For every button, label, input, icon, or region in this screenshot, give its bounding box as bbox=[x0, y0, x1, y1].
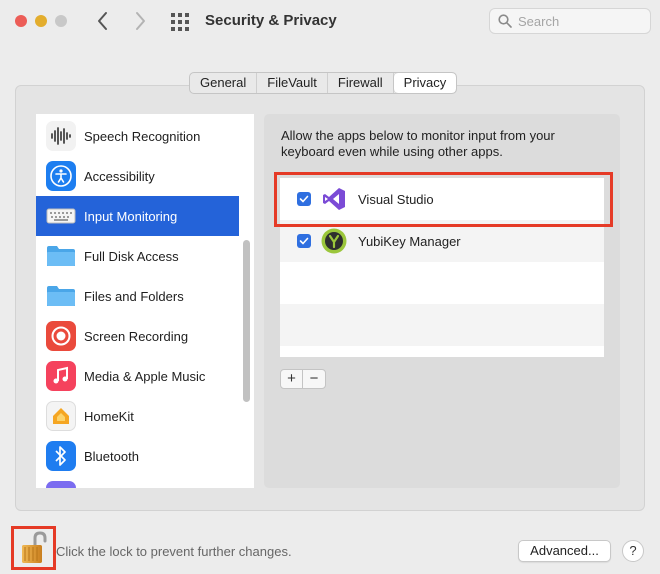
app-name: YubiKey Manager bbox=[358, 233, 461, 249]
privacy-category-list[interactable]: Speech Recognition Accessibility Input M… bbox=[36, 114, 254, 488]
sidebar-item-label: Screen Recording bbox=[84, 328, 189, 344]
zoom-window-button[interactable] bbox=[55, 15, 67, 27]
sidebar-item-screen-recording[interactable]: Screen Recording bbox=[36, 316, 239, 356]
keyboard-icon bbox=[46, 201, 76, 231]
search-icon bbox=[498, 14, 512, 28]
sidebar-item-media-apple-music[interactable]: Media & Apple Music bbox=[36, 356, 239, 396]
remove-button[interactable]: − bbox=[303, 370, 325, 388]
lock-status-text: Click the lock to prevent further change… bbox=[56, 544, 292, 559]
sidebar-item-label: Files and Folders bbox=[84, 288, 184, 304]
sidebar-item-label: Input Monitoring bbox=[84, 208, 178, 224]
tab-general[interactable]: General bbox=[190, 73, 258, 93]
home-icon bbox=[46, 401, 76, 431]
accessibility-icon bbox=[46, 161, 76, 191]
sidebar-item-bluetooth[interactable]: Bluetooth bbox=[36, 436, 239, 476]
list-row-empty bbox=[280, 262, 604, 304]
chevron-right-icon bbox=[136, 12, 145, 30]
sidebar-item-label: Media & Apple Music bbox=[84, 368, 206, 384]
add-button[interactable]: + bbox=[281, 370, 303, 388]
forward-button[interactable] bbox=[130, 10, 150, 32]
add-remove-control: + − bbox=[280, 369, 326, 389]
record-icon bbox=[46, 321, 76, 351]
minimize-window-button[interactable] bbox=[35, 15, 47, 27]
grid-icon bbox=[171, 13, 189, 31]
close-window-button[interactable] bbox=[15, 15, 27, 27]
search-input[interactable] bbox=[518, 12, 646, 30]
sidebar-item-label: HomeKit bbox=[84, 408, 134, 424]
sidebar-item-full-disk-access[interactable]: Full Disk Access bbox=[36, 236, 239, 276]
highlight-box bbox=[274, 172, 613, 227]
sidebar-item-label: Full Disk Access bbox=[84, 248, 179, 264]
sidebar-item-files-and-folders[interactable]: Files and Folders bbox=[36, 276, 239, 316]
advanced-button[interactable]: Advanced... bbox=[518, 540, 611, 562]
unlocked-lock-icon bbox=[21, 531, 46, 563]
sidebar-scrollbar[interactable] bbox=[243, 240, 250, 402]
app-icon bbox=[46, 481, 76, 488]
tab-firewall[interactable]: Firewall bbox=[328, 73, 394, 93]
waveform-icon bbox=[46, 121, 76, 151]
sidebar-item-speech-recognition[interactable]: Speech Recognition bbox=[36, 116, 239, 156]
sidebar-item-homekit[interactable]: HomeKit bbox=[36, 396, 239, 436]
folder-icon bbox=[46, 241, 76, 271]
back-button[interactable] bbox=[93, 10, 113, 32]
sidebar-item-label: Accessibility bbox=[84, 168, 155, 184]
checkmark-icon bbox=[299, 237, 309, 245]
window-title: Security & Privacy bbox=[205, 12, 337, 29]
tab-filevault[interactable]: FileVault bbox=[257, 73, 328, 93]
sidebar-item-label: Speech Recognition bbox=[84, 128, 201, 144]
sidebar-item-input-monitoring[interactable]: Input Monitoring bbox=[36, 196, 239, 236]
tab-privacy[interactable]: Privacy bbox=[393, 73, 457, 93]
checkbox[interactable] bbox=[297, 234, 311, 248]
search-field[interactable] bbox=[489, 8, 651, 34]
list-row-empty bbox=[280, 304, 604, 346]
lock-button[interactable] bbox=[11, 526, 56, 570]
folder-icon bbox=[46, 281, 76, 311]
title-bar: Security & Privacy bbox=[0, 0, 660, 44]
sidebar-item-partial[interactable] bbox=[36, 476, 239, 488]
description-line: Allow the apps below to monitor input fr… bbox=[281, 128, 555, 143]
chevron-left-icon bbox=[98, 12, 107, 30]
tab-bar: General FileVault Firewall Privacy bbox=[189, 72, 458, 94]
music-icon bbox=[46, 361, 76, 391]
show-all-button[interactable] bbox=[170, 12, 190, 32]
sidebar-item-accessibility[interactable]: Accessibility bbox=[36, 156, 239, 196]
yubikey-icon bbox=[320, 227, 348, 255]
description-line: keyboard even while using other apps. bbox=[281, 144, 503, 159]
description-text: Allow the apps below to monitor input fr… bbox=[281, 128, 601, 160]
sidebar-item-label: Bluetooth bbox=[84, 448, 139, 464]
bluetooth-icon bbox=[46, 441, 76, 471]
help-button[interactable]: ? bbox=[622, 540, 644, 562]
